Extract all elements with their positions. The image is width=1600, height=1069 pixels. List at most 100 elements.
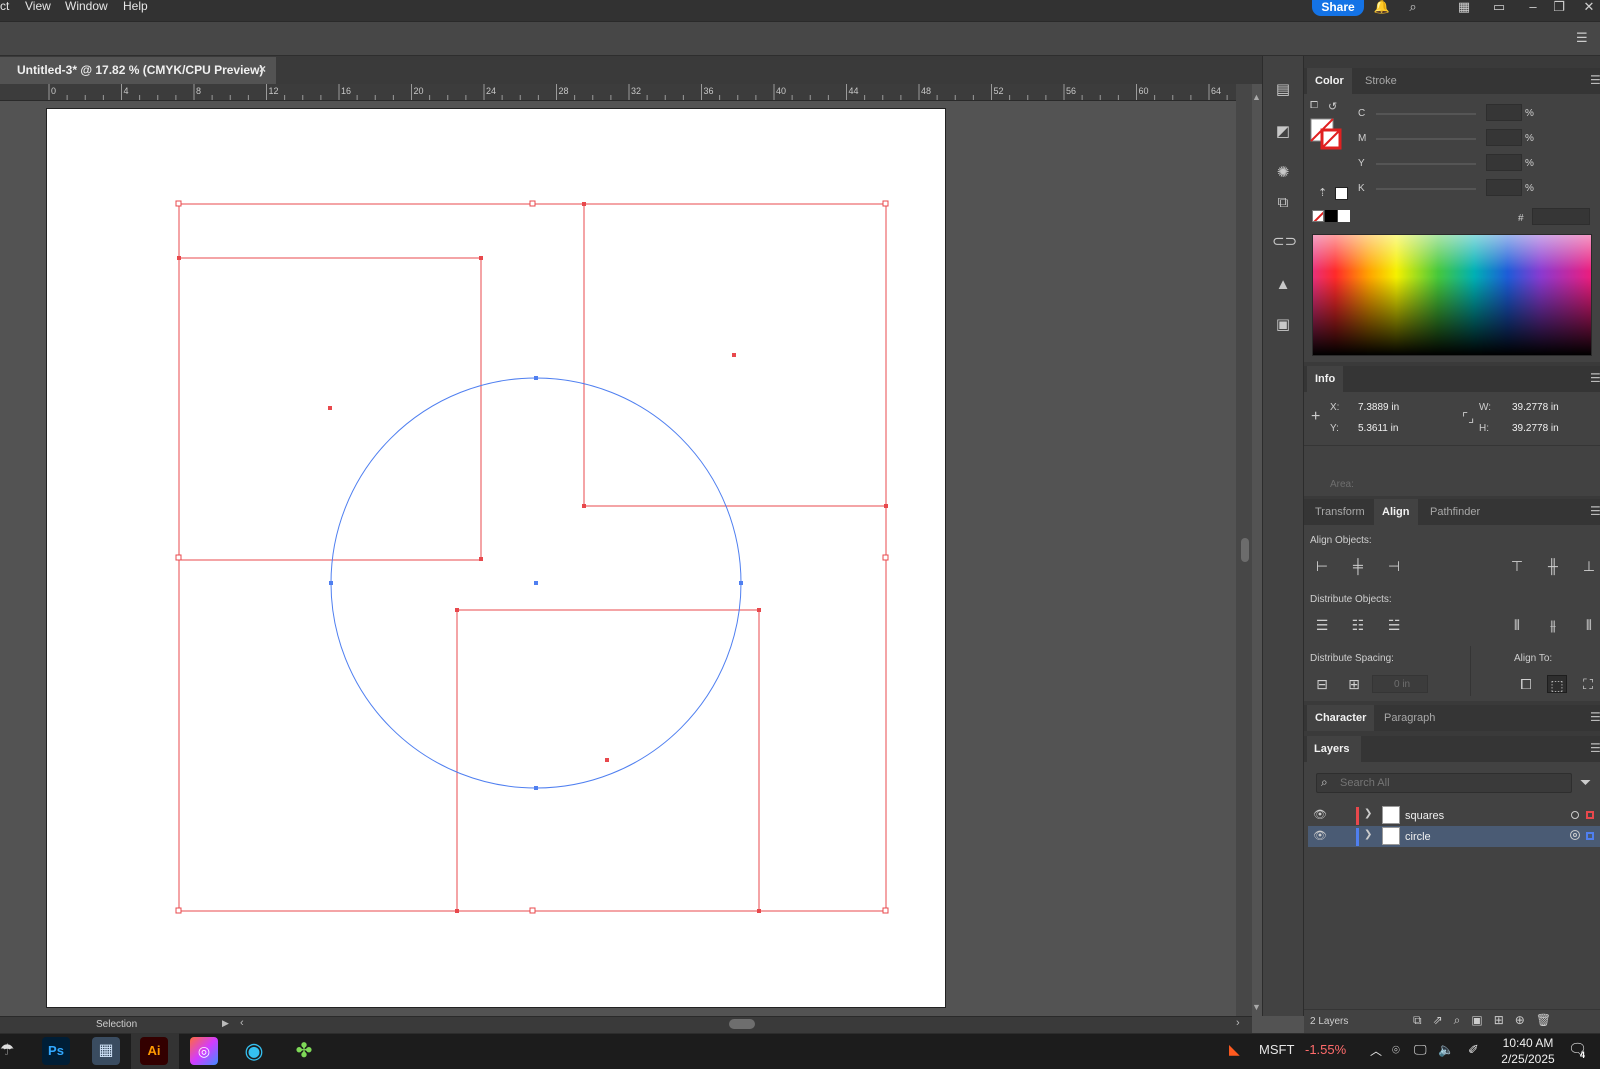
tab-layers[interactable]: Layers: [1307, 736, 1362, 762]
default-colors-icon[interactable]: ⧠: [1310, 100, 1318, 111]
new-layer-icon[interactable]: ⊕: [1515, 1013, 1536, 1027]
layer-name[interactable]: circle: [1405, 831, 1431, 843]
align-bottom-icon[interactable]: ⊥: [1579, 557, 1599, 575]
scroll-down-icon[interactable]: ▼: [1252, 1002, 1261, 1012]
artwork[interactable]: [0, 0, 1236, 1016]
target-circle-icon[interactable]: [1571, 811, 1579, 819]
color-panel-menu-icon[interactable]: ☰: [1590, 73, 1600, 87]
none-swatch[interactable]: [1312, 210, 1324, 222]
start-icon[interactable]: ☂: [0, 1040, 14, 1060]
distribute-top-icon[interactable]: ☰: [1312, 616, 1332, 634]
out-of-gamut-icon[interactable]: ⇡: [1318, 186, 1327, 199]
locate-object-icon[interactable]: ⌕: [1454, 1013, 1472, 1027]
layers-footer-tools[interactable]: ⧉⇗⌕▣⊞⊕🗑: [1413, 1013, 1562, 1028]
restore-icon[interactable]: ❐: [1550, 0, 1568, 14]
horizontal-scroll-thumb[interactable]: [729, 1019, 755, 1029]
edge-browser-icon[interactable]: ◉: [240, 1037, 268, 1065]
clipping-mask-icon[interactable]: ▣: [1471, 1013, 1493, 1027]
minimize-icon[interactable]: –: [1524, 0, 1542, 14]
bell-icon[interactable]: 🔔: [1373, 0, 1391, 14]
tab-stroke[interactable]: Stroke: [1357, 68, 1405, 94]
channel-c-slider[interactable]: [1376, 113, 1476, 115]
vertical-scroll-thumb[interactable]: [1241, 538, 1249, 562]
layers-panel-menu-icon[interactable]: ☰: [1590, 741, 1600, 755]
delete-layer-icon[interactable]: 🗑: [1536, 1013, 1562, 1027]
align-left-icon[interactable]: ⊢: [1312, 557, 1332, 575]
layers-search-input[interactable]: [1340, 776, 1560, 790]
layer-name[interactable]: squares: [1405, 810, 1444, 822]
align-to-artboard-icon[interactable]: ⧠: [1516, 675, 1536, 693]
control-bar-menu-icon[interactable]: ☰: [1576, 30, 1588, 46]
clock-date[interactable]: 2/25/2025: [1494, 1052, 1562, 1066]
search-icon[interactable]: ⌕: [1404, 0, 1422, 14]
expand-chevron-icon[interactable]: ❯: [1364, 808, 1372, 819]
align-to-key-object-icon[interactable]: ⛶: [1578, 675, 1598, 693]
tab-paragraph[interactable]: Paragraph: [1376, 705, 1443, 731]
align-to-selection-icon[interactable]: ⬚: [1547, 675, 1567, 693]
expand-chevron-icon[interactable]: ❯: [1364, 829, 1372, 840]
gradient-panel-icon[interactable]: ▤: [1272, 80, 1294, 100]
align-panel-menu-icon[interactable]: ☰: [1590, 504, 1600, 518]
workspace-icon[interactable]: ▦: [1455, 0, 1473, 14]
clock-time[interactable]: 10:40 AM: [1498, 1036, 1558, 1050]
target-circle-icon[interactable]: [1570, 830, 1580, 840]
scroll-left-icon[interactable]: ‹: [240, 1017, 244, 1029]
creative-cloud-app-icon[interactable]: ◎: [190, 1037, 218, 1065]
illustrator-app-icon[interactable]: Ai: [140, 1037, 168, 1065]
white-swatch[interactable]: [1338, 210, 1350, 222]
align-top-icon[interactable]: ⊤: [1507, 557, 1527, 575]
transform-panel-icon[interactable]: ⧉: [1272, 193, 1294, 213]
meet-now-icon[interactable]: ⌾: [1392, 1042, 1400, 1058]
calculator-app-icon[interactable]: ▦: [92, 1037, 120, 1065]
tab-character[interactable]: Character: [1307, 705, 1375, 731]
volume-icon[interactable]: 🔈: [1438, 1042, 1454, 1058]
tab-pathfinder[interactable]: Pathfinder: [1422, 499, 1488, 525]
collect-for-export-icon[interactable]: ⧉: [1413, 1013, 1433, 1027]
gamut-swatch[interactable]: [1335, 187, 1348, 200]
new-sublayer-icon[interactable]: ⊞: [1494, 1013, 1515, 1027]
squares-group-bounding-box[interactable]: [178, 203, 887, 912]
status-menu-arrow-icon[interactable]: ▶: [222, 1018, 229, 1029]
filter-icon[interactable]: ⏷: [1580, 774, 1591, 791]
color-spectrum[interactable]: [1312, 234, 1592, 356]
horizontal-distribute-space-icon[interactable]: ⊞: [1344, 675, 1364, 693]
channel-k-slider[interactable]: [1376, 188, 1476, 190]
channel-k-input[interactable]: [1486, 179, 1522, 196]
distribute-left-icon[interactable]: ⫴: [1507, 616, 1527, 634]
tab-transform[interactable]: Transform: [1307, 499, 1373, 525]
align-vertical-center-icon[interactable]: ╫: [1543, 557, 1563, 575]
layer-row-squares[interactable]: [1308, 805, 1600, 826]
export-icon[interactable]: ⇗: [1433, 1013, 1454, 1027]
character-panel-menu-icon[interactable]: ☰: [1590, 710, 1600, 724]
scroll-right-icon[interactable]: ›: [1236, 1017, 1240, 1029]
pen-icon[interactable]: ✐: [1468, 1042, 1479, 1058]
tab-align[interactable]: Align: [1374, 499, 1418, 525]
scroll-up-icon[interactable]: ▲: [1252, 92, 1261, 102]
network-icon[interactable]: 🖵: [1414, 1042, 1427, 1058]
appearance-icon[interactable]: ✺: [1272, 163, 1294, 183]
anchor-points-red[interactable]: [177, 202, 888, 913]
vertical-distribute-space-icon[interactable]: ⊟: [1312, 675, 1332, 693]
channel-m-slider[interactable]: [1376, 138, 1476, 140]
channel-y-slider[interactable]: [1376, 163, 1476, 165]
distribute-right-icon[interactable]: ⫴: [1579, 616, 1599, 634]
info-panel-menu-icon[interactable]: ☰: [1590, 371, 1600, 385]
channel-c-input[interactable]: [1486, 104, 1522, 121]
arrange-documents-icon[interactable]: ▭: [1490, 0, 1508, 14]
libraries-icon[interactable]: ▣: [1272, 315, 1294, 335]
photoshop-app-icon[interactable]: Ps: [42, 1037, 70, 1065]
distribute-vertical-center-icon[interactable]: ☷: [1348, 616, 1368, 634]
close-window-icon[interactable]: ✕: [1580, 0, 1598, 14]
ticker-change[interactable]: -1.55%: [1305, 1042, 1346, 1057]
align-right-icon[interactable]: ⊣: [1384, 557, 1404, 575]
fill-stroke-swatch-icon[interactable]: [1310, 118, 1344, 152]
symbols-icon[interactable]: ▲: [1272, 275, 1294, 295]
bounding-box-handles[interactable]: [175, 200, 889, 914]
selection-indicator[interactable]: [1586, 811, 1594, 819]
layer-row-circle[interactable]: [1308, 826, 1600, 847]
selection-indicator[interactable]: [1586, 832, 1594, 840]
swap-colors-icon[interactable]: ↺: [1328, 100, 1337, 113]
visibility-eye-icon[interactable]: 👁: [1313, 808, 1327, 821]
channel-y-input[interactable]: [1486, 154, 1522, 171]
tab-color[interactable]: Color: [1307, 68, 1352, 94]
